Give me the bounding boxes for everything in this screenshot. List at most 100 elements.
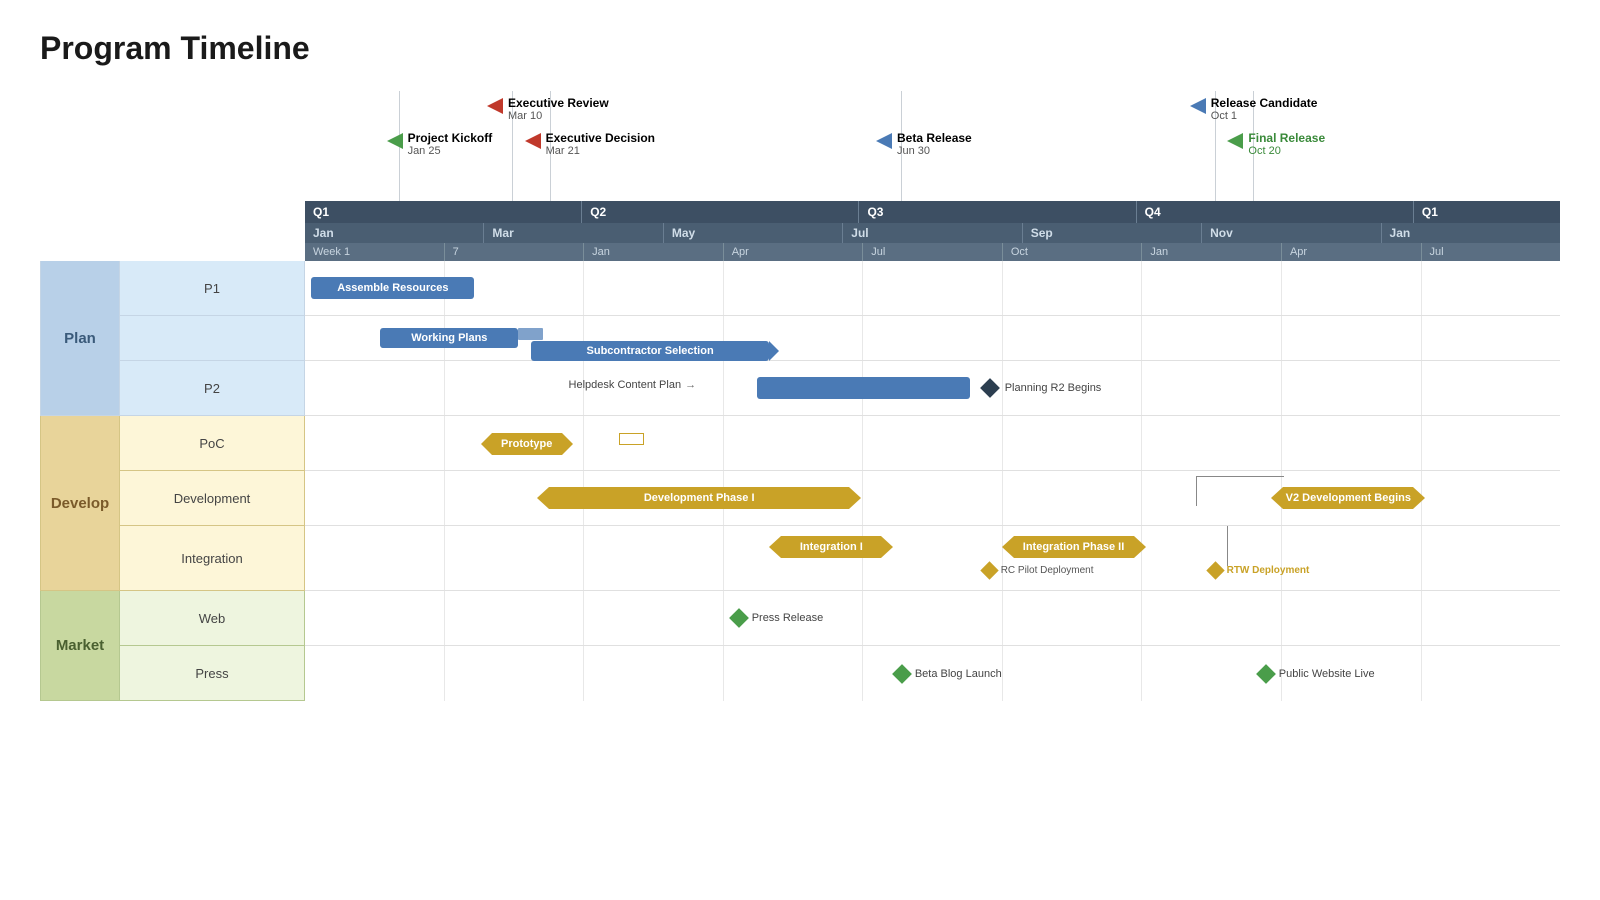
week-row: Week 1 7 Jan Apr Jul Oct Jan Apr Jul bbox=[305, 243, 1560, 261]
dev-left-arrow bbox=[537, 487, 549, 509]
press-row: Beta Blog Launch Public Website Live bbox=[305, 646, 1560, 701]
mar-header: Mar bbox=[484, 223, 663, 243]
q3-header: Q3 bbox=[859, 201, 1136, 223]
planning-r2-marker: Planning R2 Begins bbox=[983, 381, 1102, 395]
timeline-container: Project Kickoff Jan 25 Executive Review … bbox=[40, 91, 1560, 701]
poc-row: Prototype bbox=[305, 416, 1560, 471]
milestone-executive-decision: Executive Decision Mar 21 bbox=[525, 131, 655, 157]
v2-left-arrow bbox=[1271, 487, 1283, 509]
develop-group-label: Develop bbox=[40, 416, 120, 591]
jul-w: Jul bbox=[863, 243, 1003, 261]
v2-right-arrow bbox=[1413, 487, 1425, 509]
nov-header: Nov bbox=[1202, 223, 1381, 243]
rtw-marker: RTW Deployment bbox=[1209, 564, 1310, 577]
oct-w: Oct bbox=[1003, 243, 1143, 261]
exec-decision-title: Executive Decision bbox=[546, 131, 655, 145]
q1-header: Q1 bbox=[305, 201, 582, 223]
rc-pilot-diamond bbox=[980, 561, 998, 579]
dev-to-v2-hline bbox=[1196, 476, 1284, 477]
int1-label: Integration I bbox=[800, 541, 863, 553]
v2-dev-bar: V2 Development Begins bbox=[1271, 487, 1425, 509]
week7-header: 7 bbox=[445, 243, 585, 261]
helpdesk-bar bbox=[757, 377, 970, 399]
int2-left bbox=[1002, 536, 1014, 558]
subcontractor-bar: Subcontractor Selection bbox=[531, 341, 769, 361]
p1b-label bbox=[120, 316, 305, 361]
apr-w: Apr bbox=[724, 243, 864, 261]
exec-review-date: Mar 10 bbox=[508, 110, 609, 122]
beta-blog-diamond bbox=[892, 664, 912, 684]
kickoff-date: Jan 25 bbox=[408, 145, 493, 157]
apr2-w: Apr bbox=[1282, 243, 1422, 261]
gantt-chart: Assemble Resources Working Plans Subcont… bbox=[305, 261, 1560, 701]
beta-date: Jun 30 bbox=[897, 145, 972, 157]
rc-date: Oct 1 bbox=[1211, 110, 1318, 122]
dev-to-v2-vline bbox=[1196, 476, 1197, 506]
kickoff-title: Project Kickoff bbox=[408, 131, 493, 145]
development-label: Development bbox=[120, 471, 305, 526]
plan-group-rows: Plan P1 P2 bbox=[40, 261, 305, 416]
final-flag-icon bbox=[1227, 133, 1243, 149]
planning-r2-diamond bbox=[980, 378, 1000, 398]
final-title: Final Release bbox=[1248, 131, 1325, 145]
int2-body: Integration Phase II bbox=[1014, 536, 1134, 558]
dev-right-arrow bbox=[849, 487, 861, 509]
jan2-header: Jan bbox=[1382, 223, 1560, 243]
q4-header: Q4 bbox=[1137, 201, 1414, 223]
page-title: Program Timeline bbox=[40, 30, 1560, 67]
milestone-release-candidate: Release Candidate Oct 1 bbox=[1190, 96, 1318, 122]
q1-next-header: Q1 bbox=[1414, 201, 1560, 223]
quarter-row: Q1 Q2 Q3 Q4 Q1 bbox=[305, 201, 1560, 223]
milestone-project-kickoff: Project Kickoff Jan 25 bbox=[387, 131, 493, 157]
dev-body: Development Phase I bbox=[549, 487, 849, 509]
helpdesk-label: Helpdesk Content Plan → bbox=[569, 379, 697, 391]
rc-pilot-marker: RC Pilot Deployment bbox=[983, 564, 1094, 577]
prototype-label: Prototype bbox=[501, 438, 552, 450]
plan-sub-rows: P1 P2 bbox=[120, 261, 305, 416]
integration-label: Integration bbox=[120, 526, 305, 591]
public-website-label: Public Website Live bbox=[1279, 668, 1375, 680]
timeline-header: Q1 Q2 Q3 Q4 Q1 Jan Mar May Jul Sep Nov J… bbox=[40, 201, 1560, 261]
int1-right bbox=[881, 536, 893, 558]
public-website-diamond bbox=[1256, 664, 1276, 684]
jul2-w: Jul bbox=[1422, 243, 1561, 261]
market-sub-rows: Web Press bbox=[120, 591, 305, 701]
rc-pilot-label: RC Pilot Deployment bbox=[1001, 565, 1094, 576]
gantt-body: Plan P1 P2 Develop PoC Development Integ… bbox=[40, 261, 1560, 701]
milestones-area: Project Kickoff Jan 25 Executive Review … bbox=[305, 91, 1560, 201]
assemble-resources-bar: Assemble Resources bbox=[311, 277, 474, 299]
beta-title: Beta Release bbox=[897, 131, 972, 145]
rc-title: Release Candidate bbox=[1211, 96, 1318, 110]
week1-header: Week 1 bbox=[305, 243, 445, 261]
q2-header: Q2 bbox=[582, 201, 859, 223]
dev-phase-label: Development Phase I bbox=[644, 492, 755, 504]
press-release-marker: Press Release bbox=[732, 611, 824, 625]
public-website-marker: Public Website Live bbox=[1259, 667, 1375, 681]
v2-dev-label: V2 Development Begins bbox=[1286, 492, 1411, 504]
jan-header: Jan bbox=[305, 223, 484, 243]
p1b-row: Working Plans Subcontractor Selection bbox=[305, 316, 1560, 361]
working-plans-label: Working Plans bbox=[411, 332, 487, 344]
milestone-final-release: Final Release Oct 20 bbox=[1227, 131, 1325, 157]
exec-review-title: Executive Review bbox=[508, 96, 609, 110]
int-connector-v bbox=[1227, 526, 1228, 566]
exec-review-flag-icon bbox=[487, 98, 503, 114]
beta-blog-marker: Beta Blog Launch bbox=[895, 667, 1002, 681]
prototype-ext bbox=[619, 433, 644, 445]
p2-row: Helpdesk Content Plan → Planning R2 Begi… bbox=[305, 361, 1560, 416]
press-release-diamond bbox=[729, 608, 749, 628]
jan2-w: Jan bbox=[1142, 243, 1282, 261]
prototype-left-arrow bbox=[481, 433, 492, 455]
int2-right bbox=[1134, 536, 1146, 558]
develop-group-rows: Develop PoC Development Integration bbox=[40, 416, 305, 591]
prototype-right-arrow bbox=[562, 433, 573, 455]
int2-label: Integration Phase II bbox=[1023, 541, 1124, 553]
beta-flag-icon bbox=[876, 133, 892, 149]
prototype-bar: Prototype bbox=[481, 433, 573, 455]
rc-flag-icon bbox=[1190, 98, 1206, 114]
integration-ii-bar: Integration Phase II bbox=[1002, 536, 1146, 558]
web-row: Press Release bbox=[305, 591, 1560, 646]
row-labels: Plan P1 P2 Develop PoC Development Integ… bbox=[40, 261, 305, 701]
integration-row: Integration I Integration Phase II RC Pi… bbox=[305, 526, 1560, 591]
poc-label: PoC bbox=[120, 416, 305, 471]
